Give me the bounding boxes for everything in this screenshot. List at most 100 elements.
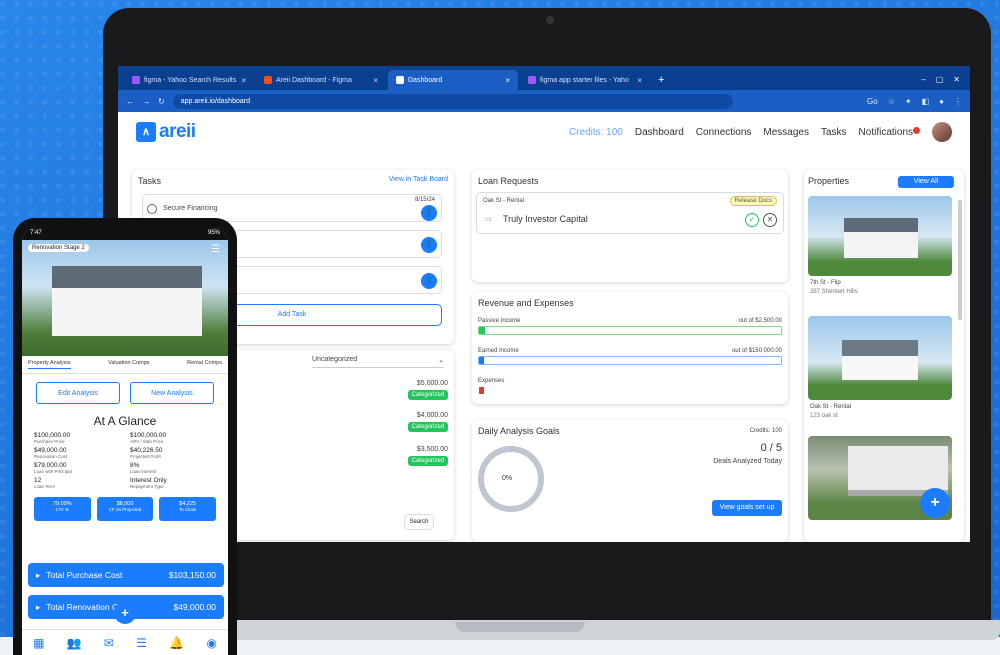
cost-value: $49,000.00 bbox=[173, 602, 216, 612]
loan-requests-panel: Loan Requests Oak St - Rental Release Do… bbox=[472, 170, 788, 282]
property-name[interactable]: Oak St - Rental bbox=[810, 404, 851, 410]
metric-label: LTV % bbox=[55, 507, 69, 512]
metric-button[interactable]: $4,225 To Close bbox=[159, 497, 217, 521]
browser-tab[interactable]: figma - Yahoo Search Results × bbox=[124, 70, 254, 90]
url-field[interactable]: app.areii.io/dashboard bbox=[172, 93, 733, 109]
grid-icon[interactable]: ▦ bbox=[33, 636, 44, 650]
glance-stat: $79,000.00 Loan with Principal bbox=[34, 462, 120, 474]
decline-icon[interactable]: ✕ bbox=[763, 213, 777, 227]
view-all-button[interactable]: View All bbox=[898, 176, 954, 188]
fab-add-button[interactable]: + bbox=[920, 488, 950, 518]
extensions-icon[interactable]: ✦ bbox=[905, 97, 912, 106]
new-tab-button[interactable]: + bbox=[652, 70, 670, 90]
stat-value: 12 bbox=[34, 477, 42, 484]
window-controls: – ▢ ✕ bbox=[911, 70, 970, 90]
glance-stat: $40,226.50 Projected Profit bbox=[130, 447, 216, 459]
people-icon[interactable]: 👥 bbox=[67, 636, 82, 650]
phone-status-bar: 7:47 95% bbox=[22, 228, 228, 240]
assign-user-icon[interactable]: 👤 bbox=[421, 205, 437, 221]
goals-credits: Credits: 100 bbox=[749, 428, 782, 434]
address-bar-row: ← → ↻ app.areii.io/dashboard Go ☆ ✦ ◧ ● … bbox=[118, 90, 970, 112]
figma-icon bbox=[264, 76, 272, 84]
nav-connections[interactable]: Connections bbox=[696, 127, 752, 138]
reload-icon[interactable]: ↻ bbox=[158, 97, 165, 106]
transaction-row[interactable]: $5,000.00 Categorized bbox=[407, 380, 448, 400]
tab-valuation-comps[interactable]: Valuation Comps bbox=[108, 360, 149, 369]
top-nav: Credits: 100 Dashboard Connections Messa… bbox=[569, 122, 952, 142]
property-name[interactable]: 7th St - Flip bbox=[810, 280, 841, 286]
close-icon[interactable]: × bbox=[373, 76, 378, 85]
revenue-bar bbox=[478, 326, 782, 335]
deals-caption: Deals Analyzed Today bbox=[713, 458, 782, 465]
stat-value: Interest Only bbox=[130, 477, 167, 484]
laptop-screen: figma - Yahoo Search Results × Areii Dash… bbox=[118, 66, 970, 542]
view-task-board-link[interactable]: View in Task Board bbox=[389, 176, 448, 186]
notification-dot bbox=[913, 126, 920, 134]
nav-dashboard[interactable]: Dashboard bbox=[635, 127, 684, 138]
property-image[interactable] bbox=[808, 316, 952, 400]
revenue-title: Revenue and Expenses bbox=[478, 298, 574, 308]
forward-icon[interactable]: → bbox=[142, 97, 150, 106]
minimize-icon[interactable]: – bbox=[921, 70, 925, 90]
phone-fab-add-button[interactable]: + bbox=[114, 602, 136, 624]
logo[interactable]: ∧ areii bbox=[136, 121, 196, 143]
nav-messages[interactable]: Messages bbox=[763, 127, 809, 138]
category-filter[interactable]: Uncategorized ⌄ bbox=[312, 356, 444, 368]
profile-icon[interactable]: ● bbox=[939, 97, 944, 106]
transaction-row[interactable]: $3,500.00 Categorized bbox=[407, 446, 448, 466]
mail-icon[interactable]: ✉ bbox=[104, 636, 114, 650]
properties-title: Properties bbox=[808, 176, 850, 186]
bell-icon[interactable]: 🔔 bbox=[169, 636, 184, 650]
browser-tab-active[interactable]: Dashboard × bbox=[388, 70, 518, 90]
browser-tab[interactable]: figma app starter files - Yaho × bbox=[520, 70, 650, 90]
stat-label: Loan Term bbox=[34, 484, 56, 489]
stat-label: ARV / Sale Price bbox=[130, 439, 164, 444]
view-goals-button[interactable]: View goals set up bbox=[712, 500, 782, 516]
menu-icon[interactable]: ☰ bbox=[211, 244, 220, 255]
close-window-icon[interactable]: ✕ bbox=[953, 70, 960, 90]
cost-summary-bar[interactable]: ▸ Total Purchase Cost $103,150.00 bbox=[28, 563, 224, 587]
star-icon[interactable]: ☆ bbox=[888, 97, 895, 106]
release-docs-badge[interactable]: Release Docs bbox=[729, 196, 777, 206]
zoom-indicator[interactable]: Go bbox=[867, 97, 878, 106]
avatar[interactable] bbox=[932, 122, 952, 142]
transaction-row[interactable]: $4,000.00 Categorized bbox=[407, 412, 448, 432]
approve-icon[interactable]: ✓ bbox=[745, 213, 759, 227]
status-badge[interactable]: Categorized bbox=[407, 422, 448, 432]
loan-requests-title: Loan Requests bbox=[478, 176, 539, 186]
maximize-icon[interactable]: ▢ bbox=[936, 70, 944, 90]
metric-buttons: 79.00% LTV % $8,000 CF on Projected $4,225 T… bbox=[22, 493, 228, 525]
revenue-bar bbox=[478, 386, 782, 395]
status-badge[interactable]: Categorized bbox=[407, 456, 448, 466]
tab-rental-comps[interactable]: Rental Comps bbox=[187, 360, 222, 369]
menu-icon[interactable]: ⋮ bbox=[954, 97, 962, 106]
metric-button[interactable]: 79.00% LTV % bbox=[34, 497, 91, 521]
search-button[interactable]: Search bbox=[404, 514, 434, 530]
revenue-label: Earned Income bbox=[478, 348, 519, 354]
list-icon[interactable]: ☰ bbox=[136, 636, 147, 650]
metric-button[interactable]: $8,000 CF on Projected bbox=[96, 497, 154, 521]
status-badge[interactable]: Categorized bbox=[407, 390, 448, 400]
assign-user-icon[interactable]: 👤 bbox=[421, 273, 437, 289]
back-icon[interactable]: ← bbox=[126, 97, 134, 106]
checkbox-icon[interactable] bbox=[147, 204, 157, 214]
edit-analysis-button[interactable]: Edit Analysis bbox=[36, 382, 120, 404]
nav-tasks[interactable]: Tasks bbox=[821, 127, 847, 138]
nav-notifications[interactable]: Notifications bbox=[859, 126, 920, 138]
scrollbar[interactable] bbox=[958, 200, 962, 320]
sidebar-icon[interactable]: ◧ bbox=[922, 97, 930, 106]
property-image[interactable] bbox=[808, 196, 952, 276]
loan-card[interactable]: Oak St - Rental Release Docs ▭ Truly Inv… bbox=[476, 192, 784, 234]
new-analysis-button[interactable]: New Analysis bbox=[130, 382, 214, 404]
close-icon[interactable]: × bbox=[505, 76, 510, 85]
globe-icon[interactable]: ◉ bbox=[206, 636, 216, 650]
stat-label: Projected Profit bbox=[130, 454, 161, 459]
revenue-bar-fill bbox=[479, 357, 484, 364]
assign-user-icon[interactable]: 👤 bbox=[421, 237, 437, 253]
browser-tab[interactable]: Areii Dashboard - Figma × bbox=[256, 70, 386, 90]
laptop-base bbox=[200, 620, 1000, 640]
close-icon[interactable]: × bbox=[637, 76, 642, 85]
close-icon[interactable]: × bbox=[241, 76, 246, 85]
progress-percent: 0% bbox=[502, 475, 513, 482]
tab-property-analysis[interactable]: Property Analysis bbox=[28, 360, 71, 369]
